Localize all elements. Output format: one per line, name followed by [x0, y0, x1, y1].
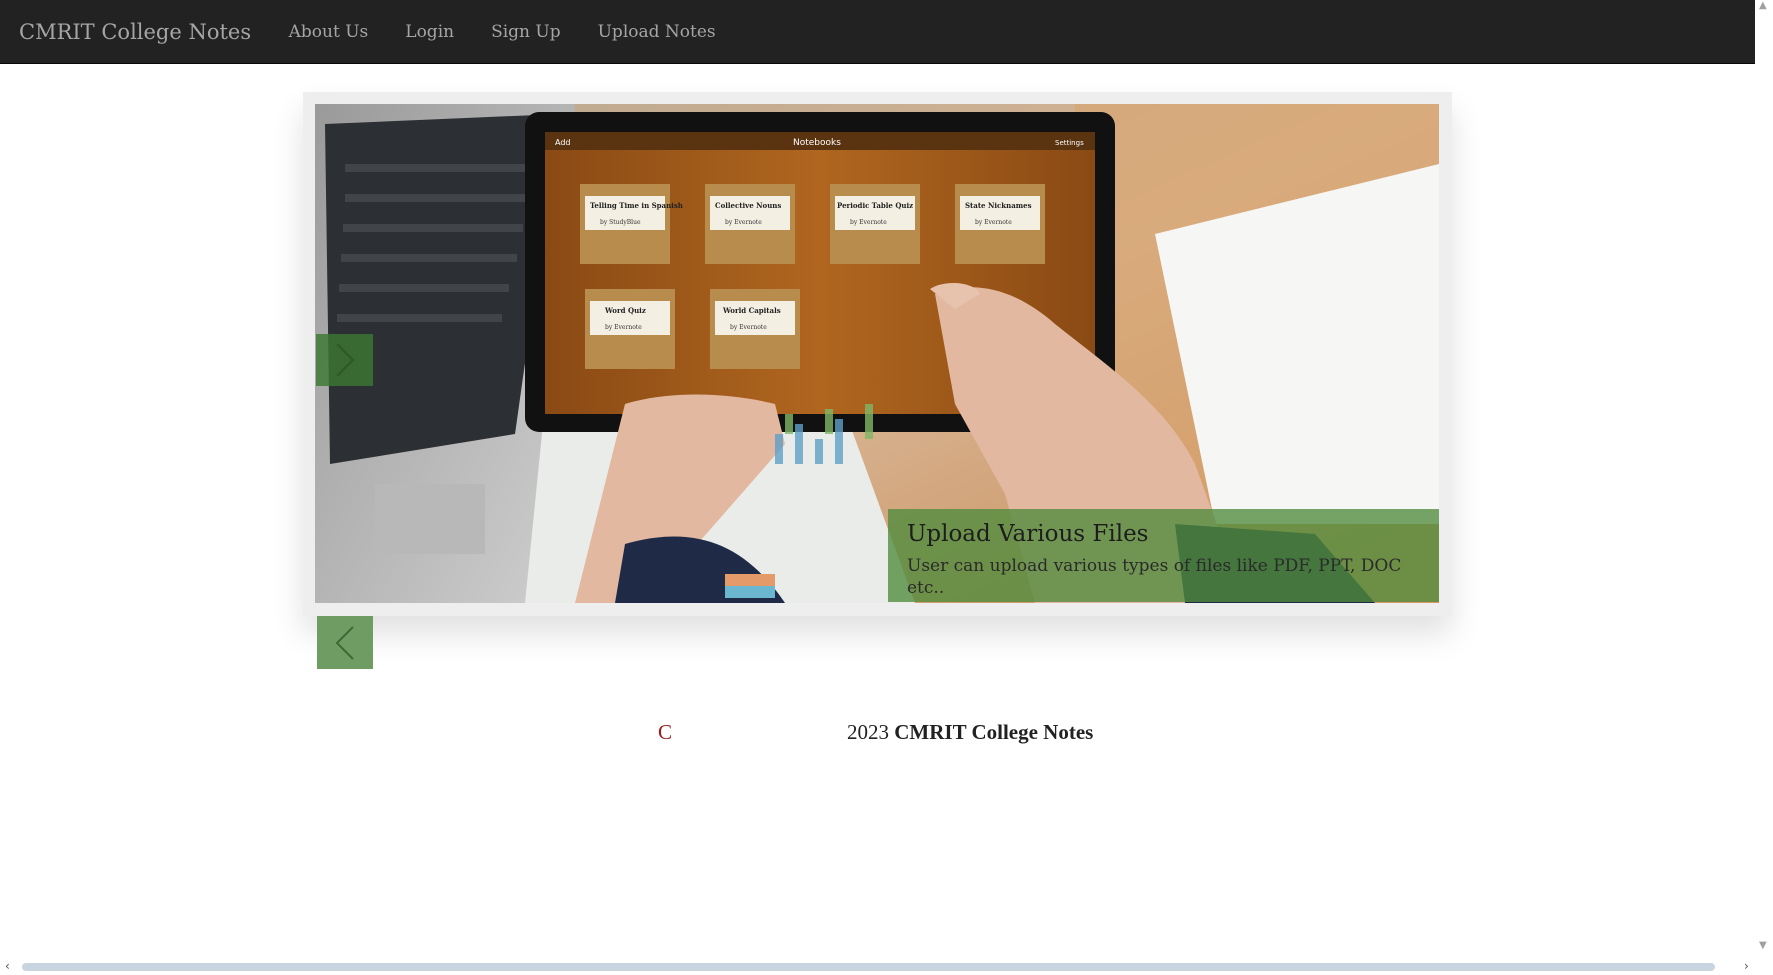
tablet-settings-text: Settings	[1055, 139, 1084, 147]
notebook-card: Word Quiz by Evernote	[585, 289, 675, 369]
horizontal-scroll-thumb[interactable]	[22, 963, 1715, 971]
scroll-right-icon[interactable]: ›	[1744, 959, 1749, 973]
notebook-card: Collective Nouns by Evernote	[705, 184, 795, 264]
tablet-add-text: Add	[555, 138, 571, 147]
svg-text:by Evernote: by Evernote	[975, 219, 1012, 226]
chevron-right-icon	[335, 343, 354, 377]
scroll-left-icon[interactable]: ‹	[5, 959, 10, 973]
footer-copyright: 2023 CMRIT College Notes	[847, 720, 1093, 745]
vertical-scrollbar[interactable]: ▲ ▼	[1755, 0, 1773, 955]
chevron-left-icon	[335, 625, 354, 660]
notebook-card: Periodic Table Quiz by Evernote	[830, 184, 920, 264]
tablet-header-text: Notebooks	[793, 138, 841, 148]
slider-prev-button[interactable]	[317, 616, 373, 669]
slide-image: Add Notebooks Settings Telling Time in S…	[315, 104, 1439, 603]
nav-login[interactable]: Login	[387, 0, 473, 64]
svg-text:by Evernote: by Evernote	[850, 219, 887, 226]
footer-year: 2023	[847, 720, 889, 744]
svg-text:Telling Time in Spanish: Telling Time in Spanish	[590, 201, 683, 210]
slider-next-button[interactable]	[316, 334, 373, 386]
nav-sign-up[interactable]: Sign Up	[473, 0, 580, 64]
svg-text:World Capitals: World Capitals	[722, 306, 781, 315]
nav-about-us[interactable]: About Us	[270, 0, 387, 64]
horizontal-scrollbar[interactable]: ‹ ›	[0, 957, 1773, 975]
page: CMRIT College Notes About Us Login Sign …	[0, 0, 1773, 975]
svg-text:by Evernote: by Evernote	[605, 324, 642, 331]
navbar: CMRIT College Notes About Us Login Sign …	[0, 0, 1755, 64]
svg-text:Periodic Table Quiz: Periodic Table Quiz	[837, 201, 913, 210]
notebook-card: Telling Time in Spanish by StudyBlue	[580, 184, 683, 264]
nav-upload-notes[interactable]: Upload Notes	[579, 0, 734, 64]
svg-text:by Evernote: by Evernote	[725, 219, 762, 226]
scroll-up-icon[interactable]: ▲	[1759, 0, 1767, 11]
caption-title: Upload Various Files	[907, 521, 1149, 547]
svg-text:by StudyBlue: by StudyBlue	[600, 219, 641, 226]
svg-text:State Nicknames: State Nicknames	[965, 201, 1032, 210]
svg-text:Collective Nouns: Collective Nouns	[715, 201, 781, 210]
notebook-card: State Nicknames by Evernote	[955, 184, 1045, 264]
notebook-card: World Capitals by Evernote	[710, 289, 800, 369]
caption-text: User can upload various types of files l…	[907, 556, 1402, 598]
brand-link[interactable]: CMRIT College Notes	[0, 0, 270, 64]
svg-text:by Evernote: by Evernote	[730, 324, 767, 331]
svg-text:Word Quiz: Word Quiz	[604, 306, 646, 315]
slide-caption: Upload Various Files User can upload var…	[888, 509, 1439, 602]
scroll-down-icon[interactable]: ▼	[1759, 940, 1767, 951]
copyright-symbol: C	[658, 720, 673, 744]
footer-site-name: CMRIT College Notes	[894, 720, 1094, 744]
image-slider: Add Notebooks Settings Telling Time in S…	[303, 92, 1452, 616]
